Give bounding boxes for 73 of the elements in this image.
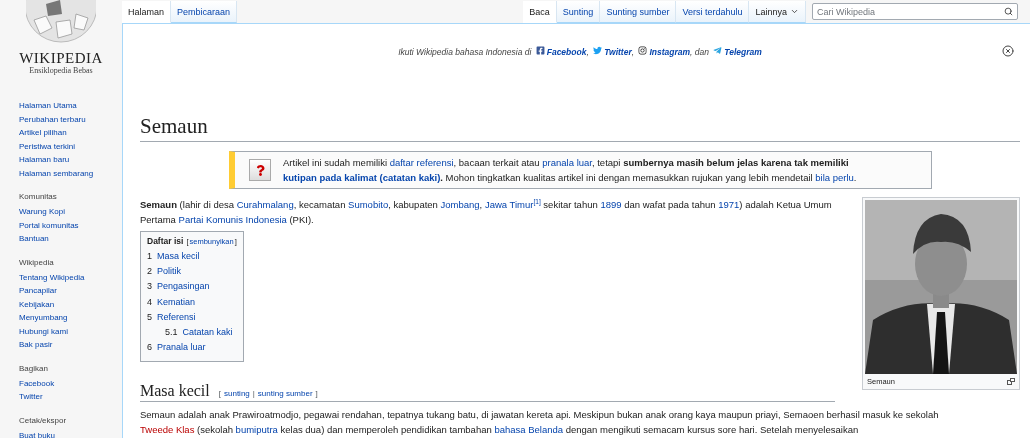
toc-link[interactable]: 4 Kematian [147, 294, 196, 310]
link[interactable]: Telegram [724, 46, 762, 57]
link[interactable]: pranala luar [542, 157, 592, 168]
toc-link[interactable]: 1 Masa kecil [147, 249, 200, 265]
toc-link[interactable]: 3 Pengasingan [147, 279, 210, 295]
sidebar-link[interactable]: Pancapilar [19, 284, 122, 298]
notice-text: Artikel ini sudah memiliki daftar referensi, bacaan terkait atau pranala luar, tetapi sumbernya masih belum jelas karena tak memiliki kutipan pada kalimat (catatan kaki). Mohon tingkatkan kualitas artikel ini dengan memasukkan rujukan yang lebih mendetail bila perlu. [283, 156, 858, 185]
toc-link[interactable]: 5.1 Catatan kaki [165, 325, 233, 341]
sidebar-heading: Cetak/ekspor [19, 414, 68, 426]
tab[interactable]: Halaman [122, 1, 172, 23]
telegram-icon [713, 45, 723, 55]
tagline: Ensiklopedia Bebas [29, 66, 93, 76]
more-menu[interactable]: Lainnya [749, 1, 806, 23]
globe-logo-icon[interactable] [26, 0, 96, 46]
sidebar-link[interactable]: Artikel pilihan [19, 126, 122, 140]
sidebar-link[interactable]: Portal komunitas [19, 218, 122, 232]
sidebar-link[interactable]: Twitter [19, 390, 122, 404]
link[interactable]: 1899 [600, 199, 622, 210]
edit-link[interactable]: sunting [224, 389, 250, 399]
sidebar-link[interactable]: Hubungi kami [19, 324, 122, 338]
bracket: [ [218, 389, 221, 399]
toc-title: Daftar isi [147, 236, 184, 246]
tab[interactable]: Sunting sumber [600, 1, 677, 23]
link[interactable]: Curahmalang [236, 199, 294, 210]
sidebar-link[interactable]: Tentang Wikipedia [19, 270, 122, 284]
tab[interactable]: Pembicaraan [171, 1, 238, 23]
sidebar-link[interactable]: Perubahan terbaru [19, 112, 122, 126]
enlarge-icon[interactable] [1007, 378, 1015, 385]
sidebar-heading: Bagikan [19, 362, 49, 374]
article-paragraph: Semaun (lahir di desa Curahmalang, kecamatan Sumobito, kabupaten Jombang, Jawa Timur$^{[1]}$ sekitar tahun 1899 dan wafat pada tahun 1971) adalah Ketua Umum Pertama Partai Komunis Indonesia (PKI). [140, 197, 833, 227]
link[interactable]: Tweede Klas [140, 424, 195, 436]
bracket: ] [315, 389, 318, 399]
edit-link[interactable]: sunting sumber [257, 389, 313, 399]
sidebar-link[interactable]: Warung Kopi [19, 205, 122, 219]
link[interactable]: bahasa Belanda [494, 424, 564, 436]
tab[interactable]: Baca [523, 1, 557, 23]
sidebar-link[interactable]: Bantuan [19, 232, 122, 246]
facebook-icon [535, 45, 545, 55]
sidebar-heading: Komunitas [19, 191, 58, 202]
question-icon [249, 159, 271, 181]
separator: | [252, 389, 255, 399]
toc-link[interactable]: 5 Referensi [147, 309, 196, 325]
toc-link[interactable]: 6 Pranala luar [147, 340, 206, 356]
tab[interactable]: Sunting [556, 1, 601, 23]
chevron-down-icon [790, 7, 799, 16]
link[interactable]: Partai Komunis Indonesia [178, 214, 287, 225]
sidebar-link[interactable]: Halaman sembarang [19, 166, 122, 180]
sidebar-link[interactable]: Kebijakan [19, 297, 122, 311]
sidebar-link[interactable]: Menyumbang [19, 311, 122, 325]
instagram-icon [638, 45, 648, 55]
sidebar-link[interactable]: Facebook [19, 376, 122, 390]
twitter-icon [593, 45, 603, 55]
sidebar-link[interactable]: Halaman Utama [19, 99, 122, 113]
follow-message: Ikuti Wikipedia bahasa Indonesia di Facebook, Twitter, Instagram, dan Telegram [398, 45, 762, 57]
sidebar-link[interactable]: Peristiwa terkini [19, 139, 122, 153]
wordmark: WIKIPEDIA [19, 51, 103, 66]
sidebar-link[interactable]: Halaman baru [19, 153, 122, 167]
close-button[interactable] [1002, 45, 1014, 57]
section-heading: Masa kecil [140, 382, 210, 401]
sidebar-link[interactable]: Buat buku [19, 428, 122, 438]
sidebar-heading: Wikipedia [19, 256, 55, 268]
search-field[interactable]: Cari Wikipedia [812, 3, 1018, 20]
link[interactable]: bila perlu [815, 172, 854, 183]
link[interactable]: bumiputra [235, 424, 278, 436]
tab[interactable]: Versi terdahulu [676, 1, 750, 23]
article-paragraph: Semaun adalah anak Prawiroatmodjo, pegawai rendahan, tepatnya tukang batu, di jawatan kereta api. Meskipun bukan anak orang kaya maupun priayi, Semaoen berhasil masuk ke sekolah Tweede Klas (sekolah bumiputra kelas dua) dan memperoleh pendidikan tambahan bahasa Belanda dengan mengikuti semacam kursus sore hari. Setelah menyelesaikan [140, 408, 940, 438]
page-title: Semaun [140, 113, 1020, 142]
link[interactable]: daftar referensi [389, 157, 454, 168]
link[interactable]: Twitter [604, 46, 632, 57]
sidebar-link[interactable]: Bak pasir [19, 338, 122, 352]
search-icon[interactable] [1004, 7, 1013, 16]
toc-link[interactable]: 2 Politik [147, 264, 182, 280]
link[interactable]: Jombang [440, 199, 480, 210]
